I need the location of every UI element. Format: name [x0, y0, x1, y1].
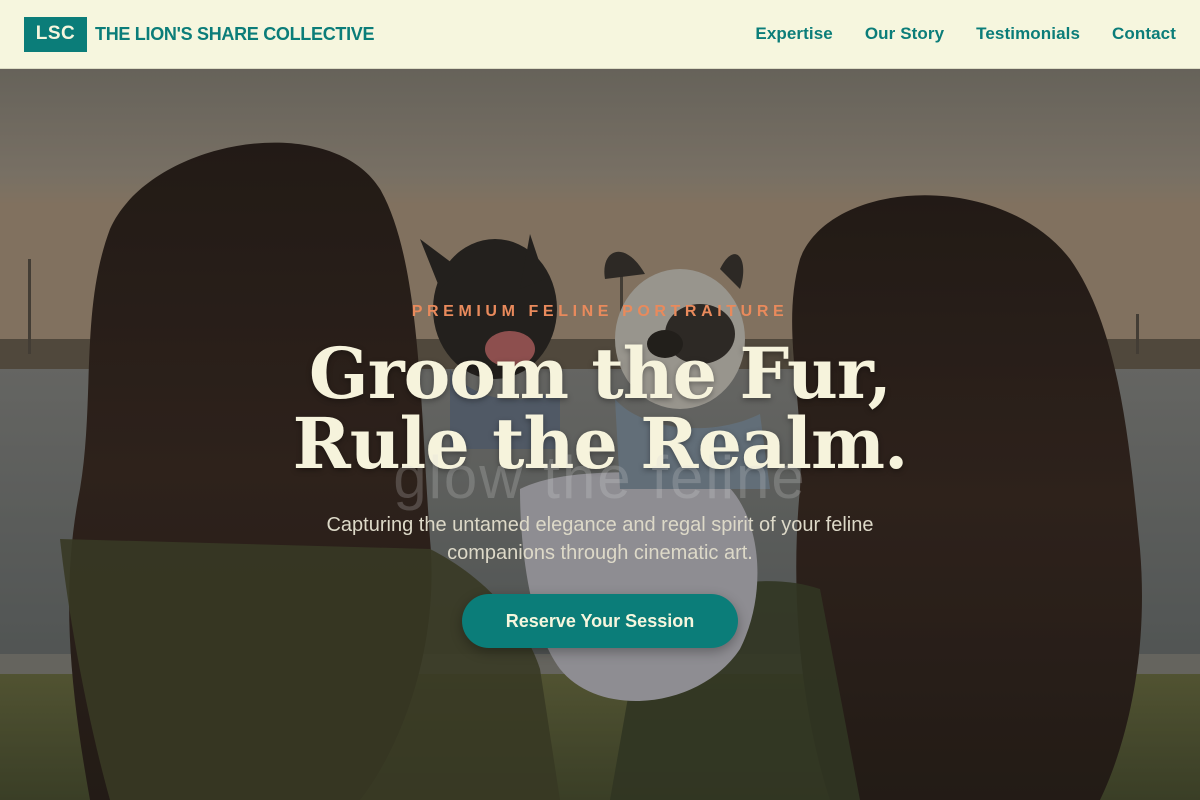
nav-link-our-story[interactable]: Our Story: [865, 24, 944, 44]
logo-badge: LSC: [24, 16, 87, 52]
reserve-session-button[interactable]: Reserve Your Session: [462, 594, 738, 648]
nav-link-testimonials[interactable]: Testimonials: [976, 24, 1080, 44]
main-nav: Expertise Our Story Testimonials Contact: [755, 24, 1176, 44]
hero-section: PREMIUM FELINE PORTRAITURE Groom the Fur…: [0, 69, 1200, 800]
hero-ghost-text: glow the feline: [393, 444, 807, 511]
hero-headline-line-1: Groom the Fur,: [308, 332, 892, 415]
hero-content: PREMIUM FELINE PORTRAITURE Groom the Fur…: [0, 69, 1200, 800]
nav-link-expertise[interactable]: Expertise: [755, 24, 832, 44]
hero-eyebrow: PREMIUM FELINE PORTRAITURE: [411, 303, 789, 320]
brand-link[interactable]: LSC THE LION'S SHARE COLLECTIVE: [24, 16, 375, 52]
nav-link-contact[interactable]: Contact: [1112, 24, 1176, 44]
brand-name: THE LION'S SHARE COLLECTIVE: [95, 23, 375, 44]
site-header: LSC THE LION'S SHARE COLLECTIVE Expertis…: [0, 0, 1200, 69]
hero-subtitle: Capturing the untamed elegance and regal…: [326, 514, 874, 564]
